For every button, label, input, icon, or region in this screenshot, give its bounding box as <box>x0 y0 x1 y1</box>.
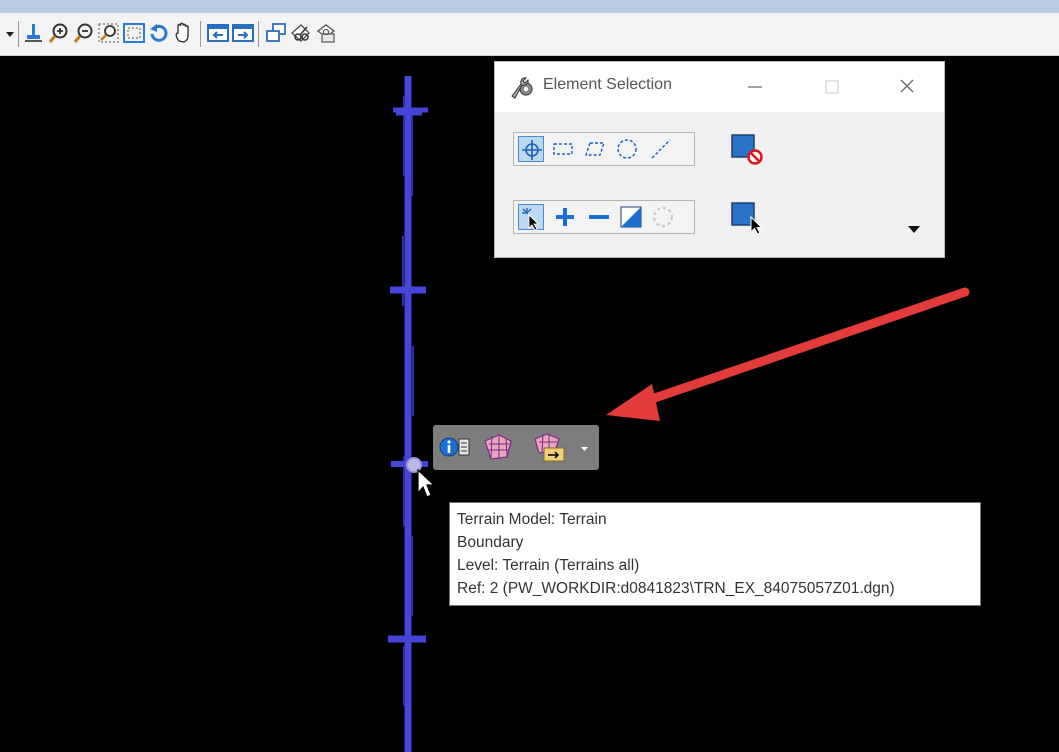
tooltip-line-terrain-model: Terrain Model: Terrain <box>457 511 607 528</box>
close-button[interactable] <box>892 73 922 101</box>
toolbar-separator <box>18 21 19 47</box>
dialog-options-dropdown[interactable] <box>905 222 923 236</box>
window-title-strip <box>0 0 1059 13</box>
terrain-model-icon[interactable] <box>481 431 515 463</box>
terrain-export-icon[interactable] <box>533 431 567 463</box>
annotation-arrow <box>635 287 970 408</box>
window-area-icon[interactable] <box>97 21 121 45</box>
clip-mask-icon[interactable] <box>314 21 338 45</box>
copy-view-icon[interactable] <box>264 21 288 45</box>
element-info-icon[interactable] <box>437 431 471 463</box>
new-mode-icon[interactable] <box>518 204 544 231</box>
shape-method-icon[interactable] <box>582 136 608 162</box>
selection-method-group <box>513 132 695 166</box>
clear-mode-icon[interactable] <box>650 204 676 230</box>
tooltip-line-level: Level: Terrain (Terrains all) <box>457 557 640 574</box>
toolbar-separator <box>200 21 201 47</box>
update-view-icon[interactable] <box>22 21 46 45</box>
zoom-out-icon[interactable] <box>72 21 96 45</box>
block-method-icon[interactable] <box>550 136 576 162</box>
circle-method-icon[interactable] <box>614 136 640 162</box>
minimize-button[interactable] <box>740 73 770 101</box>
clear-selection-icon[interactable] <box>729 132 765 166</box>
select-all-icon[interactable] <box>729 200 765 234</box>
view-next-icon[interactable] <box>231 21 255 45</box>
view-previous-icon[interactable] <box>206 21 230 45</box>
subtract-mode-icon[interactable] <box>586 204 612 230</box>
element-selection-dialog: Element Selection <box>494 61 945 258</box>
individual-method-icon[interactable] <box>518 136 544 162</box>
selection-mode-group <box>513 200 695 234</box>
rotate-view-icon[interactable] <box>147 21 171 45</box>
tooltip-line-element-type: Boundary <box>457 534 524 551</box>
view-toolbar <box>0 13 1059 56</box>
toolbox-dropdown-icon[interactable] <box>579 431 591 463</box>
clip-volume-icon[interactable] <box>289 21 313 45</box>
dropdown-arrow-icon[interactable] <box>4 21 16 45</box>
wrench-gear-icon <box>509 74 535 100</box>
invert-mode-icon[interactable] <box>618 204 644 230</box>
zoom-in-icon[interactable] <box>47 21 71 45</box>
add-mode-icon[interactable] <box>552 204 578 230</box>
annotation-arrowhead <box>606 384 660 421</box>
fit-view-icon[interactable] <box>122 21 146 45</box>
mouse-cursor-icon <box>417 468 436 498</box>
dialog-title-bar[interactable]: Element Selection <box>495 62 944 112</box>
toolbar-separator <box>258 21 259 47</box>
element-tooltip: Terrain Model: Terrain Boundary Level: T… <box>449 502 981 606</box>
maximize-button[interactable] <box>817 73 847 101</box>
line-method-icon[interactable] <box>648 136 674 162</box>
tooltip-line-reference: Ref: 2 (PW_WORKDIR:d0841823\TRN_EX_84075… <box>457 580 895 597</box>
dialog-title: Element Selection <box>543 76 672 93</box>
pan-view-icon[interactable] <box>172 21 196 45</box>
context-toolbox <box>433 425 599 470</box>
